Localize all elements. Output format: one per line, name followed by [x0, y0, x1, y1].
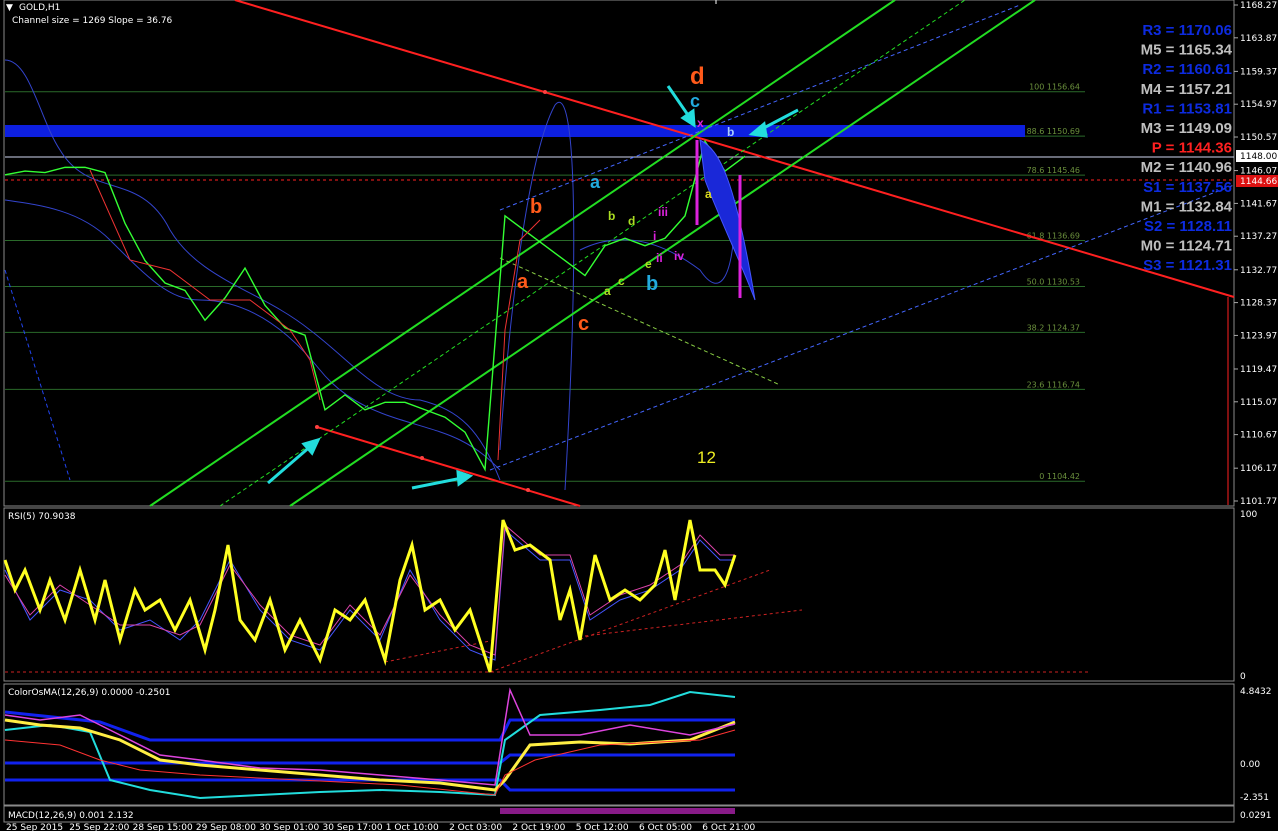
pivot-label: R3 = 1170.06 — [1142, 22, 1232, 39]
osma-title: ColorOsMA(12,26,9) 0.0000 -0.2501 — [8, 688, 171, 698]
channel-info: Channel size = 1269 Slope = 36.76 — [12, 16, 173, 26]
pivot-label: P = 1144.36 — [1152, 140, 1232, 157]
time-tick-label: 30 Sep 01:00 — [259, 823, 319, 831]
price-tick-label: 1119.47 — [1240, 365, 1277, 375]
osma-label-top: 4.8432 — [1240, 687, 1272, 697]
fib-label: 0 1104.42 — [1039, 472, 1080, 481]
pivot-label: R2 = 1160.61 — [1142, 61, 1232, 78]
time-tick-label: 29 Sep 08:00 — [196, 823, 256, 831]
time-tick-label: 28 Sep 15:00 — [133, 823, 193, 831]
price-tick-label: 1163.87 — [1240, 34, 1277, 44]
price-tick-label: 1110.67 — [1240, 431, 1277, 441]
wave-iv: iv — [674, 249, 684, 263]
wave-b-blue: b — [646, 273, 658, 295]
wave-c-major: c — [690, 91, 700, 111]
pivot-label: S3 = 1121.31 — [1143, 257, 1232, 274]
fib-label: 78.6 1145.46 — [1027, 166, 1080, 175]
red-point — [420, 456, 424, 460]
red-point — [315, 425, 319, 429]
fib-label: 88.6 1150.69 — [1027, 127, 1080, 136]
time-tick-label: 30 Sep 17:00 — [323, 823, 383, 831]
time-tick-label: 1 Oct 10:00 — [386, 823, 439, 831]
pivot-label: M1 = 1132.84 — [1141, 198, 1233, 215]
red-point — [543, 90, 547, 94]
wave-b-orange: b — [530, 196, 542, 218]
osma-label-zero: 0.00 — [1240, 760, 1260, 770]
price-tick-label: 1115.07 — [1240, 398, 1277, 408]
price-tick-label: 1168.27 — [1240, 1, 1277, 11]
time-tick-label: 25 Sep 2015 — [6, 823, 63, 831]
price-tick-label: 1106.17 — [1240, 464, 1277, 474]
price-axis: 1168.271163.871159.371154.971150.571146.… — [1234, 1, 1277, 507]
time-axis: 25 Sep 2015 25 Sep 22:00 28 Sep 15:00 29 Se… — [6, 823, 756, 831]
pivot-label: S2 = 1128.11 — [1144, 218, 1232, 235]
pivot-label: S1 = 1137.56 — [1143, 179, 1232, 196]
time-tick-label: 2 Oct 19:00 — [512, 823, 565, 831]
wave-x-small: x — [697, 116, 704, 130]
bid-label: 1148.00 — [1240, 152, 1277, 162]
fib-label: 38.2 1124.37 — [1027, 323, 1080, 332]
wave-ii: ii — [656, 251, 663, 265]
count-label: 12 — [697, 448, 716, 467]
resistance-zone — [5, 125, 1025, 137]
fib-label: 61.8 1136.69 — [1027, 232, 1080, 241]
wave-a-small: a — [604, 284, 611, 298]
wave-d-major: d — [690, 63, 705, 90]
wave-b-small-2: b — [727, 125, 734, 139]
pivot-label: M0 = 1124.71 — [1141, 238, 1232, 255]
macd-label: 0.0291 — [1240, 811, 1272, 821]
wave-a-small-2: a — [705, 187, 712, 201]
fib-label: 50.0 1130.53 — [1027, 277, 1080, 286]
chart-title: GOLD,H1 — [19, 3, 60, 13]
time-tick-label: 5 Oct 12:00 — [576, 823, 629, 831]
red-point — [526, 488, 530, 492]
pivot-label: M3 = 1149.09 — [1141, 120, 1232, 137]
wave-c-small: c — [618, 274, 625, 288]
pivot-label: R1 = 1153.81 — [1142, 100, 1232, 117]
pivot-label: M5 = 1165.34 — [1141, 42, 1233, 59]
wave-b-small: b — [608, 209, 615, 223]
price-tick-label: 1128.37 — [1240, 299, 1277, 309]
price-tick-label: 1101.77 — [1240, 497, 1277, 507]
wave-e-small: e — [645, 257, 652, 271]
osma-label-bottom: -2.351 — [1240, 793, 1269, 803]
price-tick-label: 1150.57 — [1240, 133, 1277, 143]
macd-title: MACD(12,26,9) 0.001 2.132 — [8, 811, 134, 821]
macd-bars — [500, 808, 735, 814]
wave-i: i — [653, 229, 656, 243]
price-tick-label: 1132.77 — [1240, 266, 1277, 276]
time-tick-label: 25 Sep 22:00 — [69, 823, 129, 831]
wave-a-orange: a — [517, 271, 529, 293]
fib-label: 23.6 1116.74 — [1027, 380, 1080, 389]
wave-d-small: d — [628, 214, 635, 228]
fib-label: 100 1156.64 — [1029, 83, 1080, 92]
ask-label: 1144.66 — [1240, 177, 1277, 187]
price-tick-label: 1141.67 — [1240, 199, 1277, 209]
price-tick-label: 1137.27 — [1240, 232, 1277, 242]
rsi-title: RSI(5) 70.9038 — [8, 512, 76, 522]
wave-a-blue: a — [590, 172, 601, 192]
price-tick-label: 1159.37 — [1240, 67, 1277, 77]
time-tick-label: 6 Oct 05:00 — [639, 823, 692, 831]
wave-iii: iii — [658, 205, 668, 219]
pivot-label: M4 = 1157.21 — [1141, 81, 1232, 98]
triangle-icon: ▼ — [6, 3, 13, 13]
price-tick-label: 1123.97 — [1240, 331, 1277, 341]
rsi-max: 100 — [1240, 510, 1257, 520]
rsi-min: 0 — [1240, 672, 1246, 682]
time-tick-label: 2 Oct 03:00 — [449, 823, 502, 831]
wave-c-orange: c — [578, 313, 589, 335]
pivot-label: M2 = 1140.96 — [1141, 159, 1232, 176]
time-tick-label: 6 Oct 21:00 — [702, 823, 755, 831]
chart-canvas: 100 1156.64 88.6 1150.69 78.6 1145.46 61.8 … — [3, 0, 1278, 831]
price-tick-label: 1154.97 — [1240, 100, 1277, 110]
